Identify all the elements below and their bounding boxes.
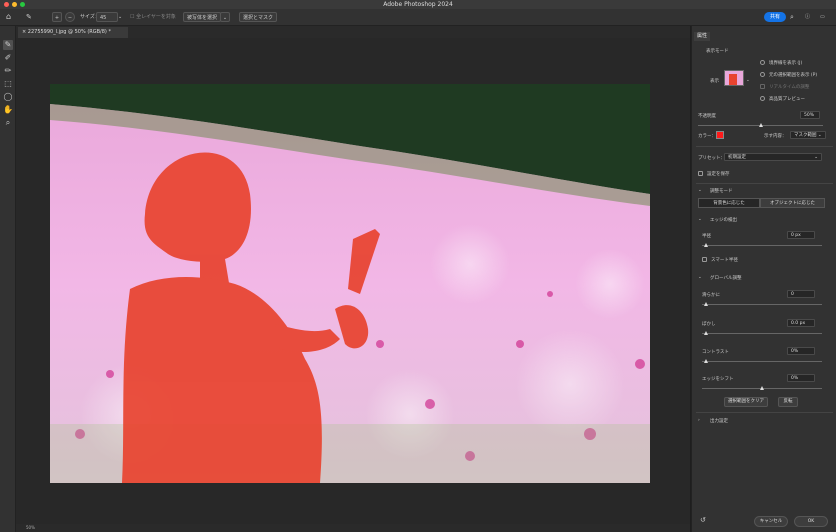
remember-settings-checkbox[interactable] <box>698 171 703 176</box>
smooth-slider-thumb[interactable] <box>704 302 708 306</box>
share-button[interactable]: 共有 <box>764 12 786 22</box>
object-aware-mode-button[interactable]: オブジェクトに応じた <box>760 198 825 208</box>
divider <box>696 183 833 184</box>
view-mode-label: 表示モード <box>706 49 729 54</box>
select-subject-dropdown-icon[interactable]: ⌄ <box>220 12 230 22</box>
remember-settings-label: 設定を保存 <box>707 172 730 177</box>
preset-value: 初期設定 <box>728 155 746 160</box>
opacity-slider-thumb[interactable] <box>758 123 763 127</box>
high-quality-preview-label: 高品質プレビュー <box>769 97 805 102</box>
refine-mode-chevron-icon[interactable]: ⌄ <box>698 188 702 193</box>
zoom-tool-icon[interactable]: ⌕ <box>3 118 13 128</box>
cancel-button[interactable]: キャンセル <box>754 516 788 527</box>
edge-detection-title: エッジの検出 <box>710 218 737 223</box>
select-and-mask-button[interactable]: 選択とマスク <box>239 12 278 22</box>
global-refinements-title: グローバル調整 <box>710 276 742 281</box>
tools-panel: ✎ ✐ ✏ ⬚ ◯ ✋ ⌕ <box>0 26 16 532</box>
add-to-selection-icon[interactable]: + <box>52 12 62 22</box>
chevron-down-icon[interactable]: ⌄ <box>118 12 122 22</box>
high-quality-preview-radio[interactable] <box>760 96 765 101</box>
show-original-radio[interactable] <box>760 72 765 77</box>
divider <box>696 146 833 147</box>
color-aware-mode-button[interactable]: 背景色に応じた <box>698 198 760 208</box>
realtime-refine-label: リアルタイムの調整 <box>769 85 810 90</box>
quick-selection-tool-icon[interactable]: ✎ <box>3 40 13 50</box>
smart-radius-checkbox[interactable] <box>702 257 707 262</box>
invert-button[interactable]: 反転 <box>778 397 798 407</box>
ok-button[interactable]: OK <box>794 516 828 527</box>
subtract-from-selection-icon[interactable]: − <box>65 12 75 22</box>
document-tab-label: 22755990_l.jpg @ 50% (RGB/8) * <box>27 29 111 35</box>
sample-all-layers-label: 全レイヤーを対象 <box>136 14 176 20</box>
sample-all-layers-checkbox[interactable]: ☐ 全レイヤーを対象 <box>130 12 176 22</box>
tab-properties[interactable]: 属性 <box>694 32 711 41</box>
shift-edge-label: エッジをシフト <box>702 377 734 382</box>
document-tab[interactable]: × 22755990_l.jpg @ 50% (RGB/8) * <box>18 27 128 38</box>
opacity-field[interactable]: 50% <box>800 111 820 119</box>
view-mode-thumbnail[interactable] <box>724 70 744 86</box>
preset-select[interactable]: 初期設定 ⌄ <box>724 153 822 161</box>
radius-field[interactable]: 0 px <box>787 231 815 239</box>
show-edge-label: 境界線を表示 (J) <box>769 61 803 66</box>
reset-icon[interactable]: ↺ <box>700 516 706 524</box>
options-bar: ⌂ ✎ + − サイズ： 45 ⌄ ☐ 全レイヤーを対象 被写体を選択 ⌄ 選択… <box>0 9 836 26</box>
home-icon[interactable]: ⌂ <box>6 12 11 22</box>
contrast-field[interactable]: 0% <box>787 347 815 355</box>
show-edge-radio[interactable] <box>760 60 765 65</box>
select-subject-button[interactable]: 被写体を選択 <box>183 12 222 22</box>
title-bar: Adobe Photoshop 2024 <box>0 0 836 9</box>
global-refinements-chevron-icon[interactable]: ⌄ <box>698 275 702 280</box>
edge-detection-chevron-icon[interactable]: ⌄ <box>698 217 702 222</box>
masked-photo <box>50 84 650 483</box>
properties-panel: 属性 表示モード 表示 ⌄ 境界線を表示 (J) 元の選択範囲を表示 (P) リ… <box>691 26 836 532</box>
help-icon[interactable]: ⓘ <box>805 12 810 22</box>
divider <box>696 412 833 413</box>
feather-slider[interactable] <box>702 333 822 334</box>
radius-label: 半径 <box>702 234 711 239</box>
indicates-value: マスク範囲 <box>794 133 817 138</box>
indicates-select[interactable]: マスク範囲 ⌄ <box>790 131 826 139</box>
view-label: 表示 <box>710 79 719 84</box>
overlay-color-swatch[interactable] <box>716 131 724 139</box>
smooth-slider[interactable] <box>702 304 822 305</box>
refine-edge-brush-icon[interactable]: ✐ <box>3 53 13 63</box>
preset-label: プリセット： <box>698 156 725 161</box>
quick-selection-tool-icon[interactable]: ✎ <box>26 12 32 22</box>
shift-edge-slider-thumb[interactable] <box>760 386 764 390</box>
zoom-level: 50% <box>26 525 35 530</box>
radius-slider-thumb[interactable] <box>704 243 708 247</box>
realtime-refine-checkbox[interactable] <box>760 84 765 89</box>
contrast-label: コントラスト <box>702 350 729 355</box>
smooth-field[interactable]: 0 <box>787 290 815 298</box>
status-bar: 50% <box>16 524 690 532</box>
contrast-slider[interactable] <box>702 361 822 362</box>
document-image[interactable] <box>50 84 650 483</box>
shift-edge-field[interactable]: 0% <box>787 374 815 382</box>
color-label: カラー： <box>698 134 716 139</box>
feather-slider-thumb[interactable] <box>704 331 708 335</box>
feather-label: ぼかし <box>702 322 716 327</box>
search-icon[interactable]: ⌕ <box>790 12 794 22</box>
chevron-down-icon[interactable]: ⌄ <box>746 78 750 83</box>
feather-field[interactable]: 0.0 px <box>787 319 815 327</box>
output-settings-title: 出力設定 <box>710 419 728 424</box>
smooth-label: 滑らかに <box>702 293 720 298</box>
brush-tool-icon[interactable]: ✏ <box>3 66 13 76</box>
brush-size-field[interactable]: 45 <box>96 12 118 22</box>
opacity-label: 不透明度 <box>698 114 716 119</box>
refine-mode-title: 調整モード <box>710 189 733 194</box>
document-tab-bar: × 22755990_l.jpg @ 50% (RGB/8) * <box>16 26 690 38</box>
app-title: Adobe Photoshop 2024 <box>383 1 453 8</box>
clear-selection-button[interactable]: 選択範囲をクリア <box>724 397 768 407</box>
show-original-label: 元の選択範囲を表示 (P) <box>769 73 818 78</box>
workspace-icon[interactable]: ▭ <box>820 12 825 22</box>
smart-radius-label: スマート半径 <box>711 258 738 263</box>
lasso-tool-icon[interactable]: ◯ <box>3 92 13 102</box>
contrast-slider-thumb[interactable] <box>704 359 708 363</box>
output-settings-chevron-icon[interactable]: › <box>698 418 700 423</box>
radius-slider[interactable] <box>702 245 822 246</box>
object-selection-tool-icon[interactable]: ⬚ <box>3 79 13 89</box>
hand-tool-icon[interactable]: ✋ <box>3 105 13 115</box>
indicates-label: 示す内容： <box>764 134 787 139</box>
